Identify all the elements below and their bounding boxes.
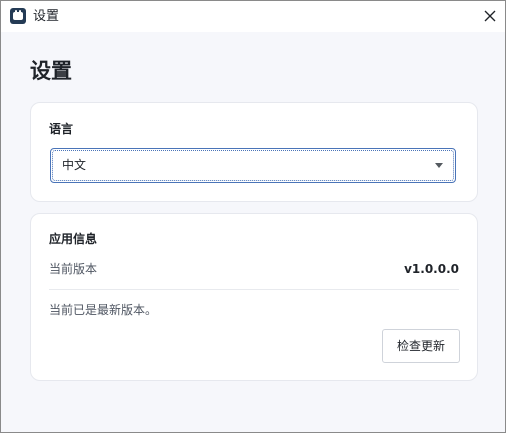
language-select-value: 中文 (62, 158, 87, 172)
settings-window: 设置 设置 语言 中文 应用信息 当前版本 v1.0.0.0 当前已是最新版本。… (0, 0, 506, 433)
calendar-icon (10, 8, 26, 24)
update-status-text: 当前已是最新版本。 (49, 303, 158, 317)
focus-ring (52, 150, 454, 181)
check-update-button-label: 检查更新 (396, 339, 445, 353)
language-select[interactable]: 中文 (50, 148, 456, 183)
close-icon (484, 10, 496, 22)
version-label: 当前版本 (49, 262, 98, 276)
chevron-down-icon (435, 163, 443, 168)
language-card: 语言 中文 (30, 102, 478, 202)
check-update-button[interactable]: 检查更新 (382, 329, 460, 363)
close-button[interactable] (473, 1, 505, 32)
window-title: 设置 (33, 9, 60, 24)
calendar-icon-ring-left (15, 10, 17, 13)
calendar-icon-ring-right (19, 10, 21, 13)
app-info-section-label: 应用信息 (49, 232, 98, 246)
title-bar: 设置 (1, 1, 505, 32)
language-section-label: 语言 (49, 122, 74, 136)
app-info-card: 应用信息 当前版本 v1.0.0.0 当前已是最新版本。 检查更新 (30, 213, 478, 381)
version-value: v1.0.0.0 (404, 262, 459, 276)
divider (49, 289, 459, 290)
page-title: 设置 (30, 59, 72, 83)
calendar-icon-body (13, 12, 23, 20)
